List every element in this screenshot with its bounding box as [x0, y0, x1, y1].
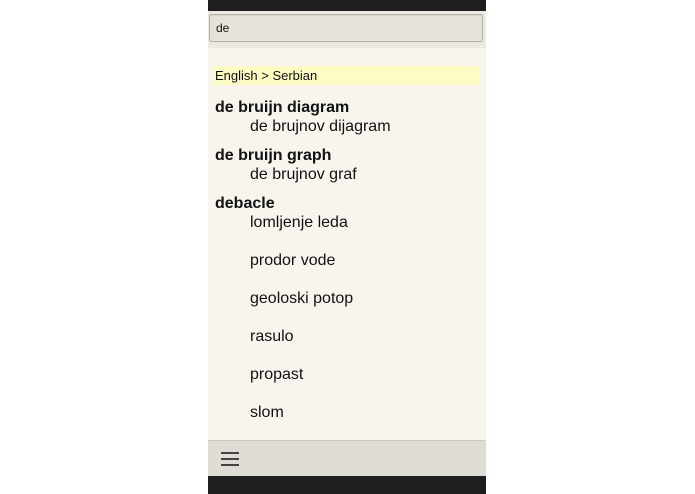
bottom-toolbar [208, 440, 486, 476]
dictionary-entry[interactable]: de bruijn graph de brujnov graf [208, 146, 486, 184]
search-bar [208, 11, 486, 48]
entries-container: de bruijn diagram de brujnov dijagram de… [208, 98, 486, 432]
entry-term[interactable]: debacle [215, 194, 486, 214]
entry-translation: slom [250, 404, 284, 421]
entry-translation: de brujnov dijagram [250, 118, 391, 135]
search-input[interactable] [209, 14, 483, 42]
dictionary-entry[interactable]: debacle lomljenje leda prodor vode geolo… [208, 194, 486, 422]
entry-term[interactable]: de bruijn graph [215, 146, 486, 166]
app-window: English > Serbian de bruijn diagram de b… [208, 0, 486, 494]
entry-translation: prodor vode [250, 252, 336, 269]
dictionary-entry[interactable]: de bruijn diagram de brujnov dijagram [208, 98, 486, 136]
status-bar [208, 0, 486, 11]
hamburger-menu-icon[interactable] [220, 450, 242, 468]
navigation-bar [208, 476, 486, 494]
entry-term[interactable]: de bruijn diagram [215, 98, 486, 118]
entry-translation: lomljenje leda [250, 214, 348, 231]
entry-translation: rasulo [250, 328, 294, 345]
language-pair-header: English > Serbian [214, 66, 480, 85]
results-list[interactable]: English > Serbian de bruijn diagram de b… [208, 48, 486, 440]
entry-translation: de brujnov graf [250, 166, 357, 183]
entry-translation: geoloski potop [250, 290, 354, 307]
entry-translation: propast [250, 366, 304, 383]
